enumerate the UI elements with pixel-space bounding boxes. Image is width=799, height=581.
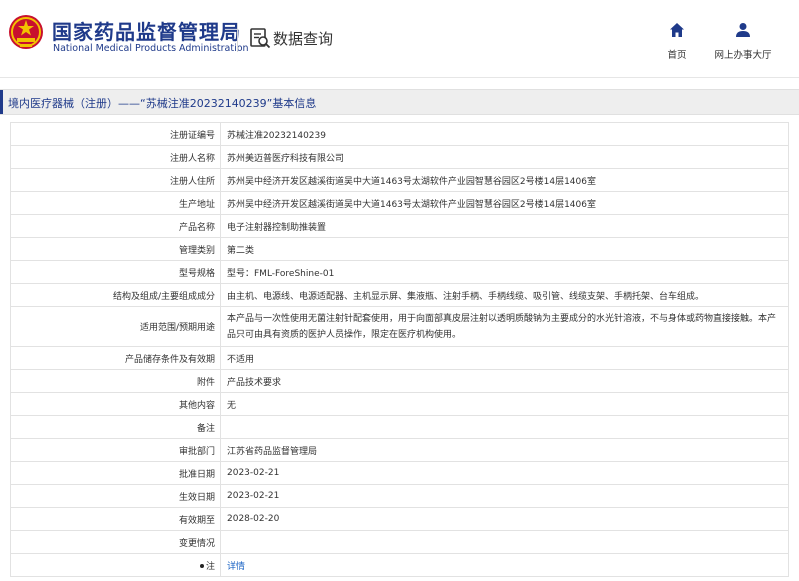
row-value: 不适用: [220, 346, 789, 370]
row-value: 2023-02-21: [220, 461, 789, 485]
row-label: 注册人住所: [10, 168, 221, 192]
table-row: 适用范围/预期用途 本产品与一次性使用无菌注射针配套使用，用于向面部真皮层注射以…: [10, 306, 789, 347]
row-value: 型号：FML-ForeShine-01: [220, 260, 789, 284]
home-icon: [670, 23, 684, 37]
table-row: 其他内容 无: [10, 392, 789, 416]
table-row: 型号规格 型号：FML-ForeShine-01: [10, 260, 789, 284]
row-value: 江苏省药品监督管理局: [220, 438, 789, 462]
national-emblem-icon: [9, 15, 43, 49]
row-label: 生产地址: [10, 191, 221, 215]
row-label: 注册人名称: [10, 145, 221, 169]
row-value: 无: [220, 392, 789, 416]
row-value: 2028-02-20: [220, 507, 789, 531]
row-label: 适用范围/预期用途: [10, 306, 221, 347]
data-query-icon: [250, 28, 271, 49]
record-title-bar: 境内医疗器械（注册）——“苏械注准20232140239”基本信息: [0, 89, 799, 115]
row-value: 苏州美迈普医疗科技有限公司: [220, 145, 789, 169]
row-label: 注册证编号: [10, 122, 221, 146]
row-label: 产品储存条件及有效期: [10, 346, 221, 370]
table-row: 批准日期 2023-02-21: [10, 461, 789, 485]
row-label: 审批部门: [10, 438, 221, 462]
row-value: [220, 415, 789, 439]
record-detail-table: 注册证编号 苏械注准20232140239 注册人名称 苏州美迈普医疗科技有限公…: [10, 122, 789, 577]
table-row: 有效期至 2028-02-20: [10, 507, 789, 531]
row-label: 有效期至: [10, 507, 221, 531]
table-row: 产品储存条件及有效期 不适用: [10, 346, 789, 370]
table-row: 管理类别 第二类: [10, 237, 789, 261]
nav-home[interactable]: 首页: [652, 22, 702, 62]
header-border: [0, 77, 799, 78]
site-brand-english: National Medical Products Administration: [53, 43, 249, 54]
table-row: 附件 产品技术要求: [10, 369, 789, 393]
data-query-title: 数据查询: [273, 30, 334, 48]
table-row: 注册证编号 苏械注准20232140239: [10, 122, 789, 146]
row-label: 型号规格: [10, 260, 221, 284]
row-label: 变更情况: [10, 530, 221, 554]
row-value: 苏州吴中经济开发区越溪街道吴中大道1463号太湖软件产业园智慧谷园区2号楼14层…: [220, 168, 789, 192]
table-row: 产品名称 电子注射器控制助推装置: [10, 214, 789, 238]
row-value: 2023-02-21: [220, 484, 789, 508]
row-value: 电子注射器控制助推装置: [220, 214, 789, 238]
row-value: 详情: [220, 553, 789, 577]
row-label: 附件: [10, 369, 221, 393]
row-label: 结构及组成/主要组成成分: [10, 283, 221, 307]
row-label: 生效日期: [10, 484, 221, 508]
site-header: 国家药品监督管理局 National Medical Products Admi…: [0, 0, 799, 78]
row-value: 产品技术要求: [220, 369, 789, 393]
row-value: 本产品与一次性使用无菌注射针配套使用，用于向面部真皮层注射以透明质酸钠为主要成分…: [220, 306, 789, 347]
nav-online-service-hall-label: 网上办事大厅: [714, 50, 772, 61]
table-row: 审批部门 江苏省药品监督管理局: [10, 438, 789, 462]
table-row: 变更情况: [10, 530, 789, 554]
record-title: 境内医疗器械（注册）——“苏械注准20232140239”基本信息: [8, 97, 317, 110]
row-label: 注: [10, 553, 221, 577]
nav-online-service-hall[interactable]: 网上办事大厅: [710, 22, 776, 62]
table-row: 备注: [10, 415, 789, 439]
table-row: 注册人住所 苏州吴中经济开发区越溪街道吴中大道1463号太湖软件产业园智慧谷园区…: [10, 168, 789, 192]
row-value: 第二类: [220, 237, 789, 261]
row-label: 管理类别: [10, 237, 221, 261]
table-row: 生效日期 2023-02-21: [10, 484, 789, 508]
header-divider: [237, 24, 238, 52]
row-label: 备注: [10, 415, 221, 439]
site-brand-name: 国家药品监督管理局: [52, 20, 241, 44]
nav-home-label: 首页: [667, 50, 687, 61]
row-label: 产品名称: [10, 214, 221, 238]
table-row: 生产地址 苏州吴中经济开发区越溪街道吴中大道1463号太湖软件产业园智慧谷园区2…: [10, 191, 789, 215]
row-value: 苏州吴中经济开发区越溪街道吴中大道1463号太湖软件产业园智慧谷园区2号楼14层…: [220, 191, 789, 215]
table-row: 结构及组成/主要组成成分 由主机、电源线、电源适配器、主机显示屏、集液瓶、注射手…: [10, 283, 789, 307]
title-accent: [0, 90, 3, 114]
table-row: 注册人名称 苏州美迈普医疗科技有限公司: [10, 145, 789, 169]
table-row: 注 详情: [10, 553, 789, 577]
row-value-text: 本产品与一次性使用无菌注射针配套使用，用于向面部真皮层注射以透明质酸钠为主要成分…: [227, 313, 777, 340]
row-value: 苏械注准20232140239: [220, 122, 789, 146]
row-value: [220, 530, 789, 554]
bullet-icon: [199, 564, 204, 568]
row-label: 其他内容: [10, 392, 221, 416]
details-link[interactable]: 详情: [227, 562, 245, 572]
row-label-text: 注: [205, 561, 215, 572]
row-label: 批准日期: [10, 461, 221, 485]
user-icon: [736, 23, 750, 37]
row-value: 由主机、电源线、电源适配器、主机显示屏、集液瓶、注射手柄、手柄线缆、吸引管、线缆…: [220, 283, 789, 307]
